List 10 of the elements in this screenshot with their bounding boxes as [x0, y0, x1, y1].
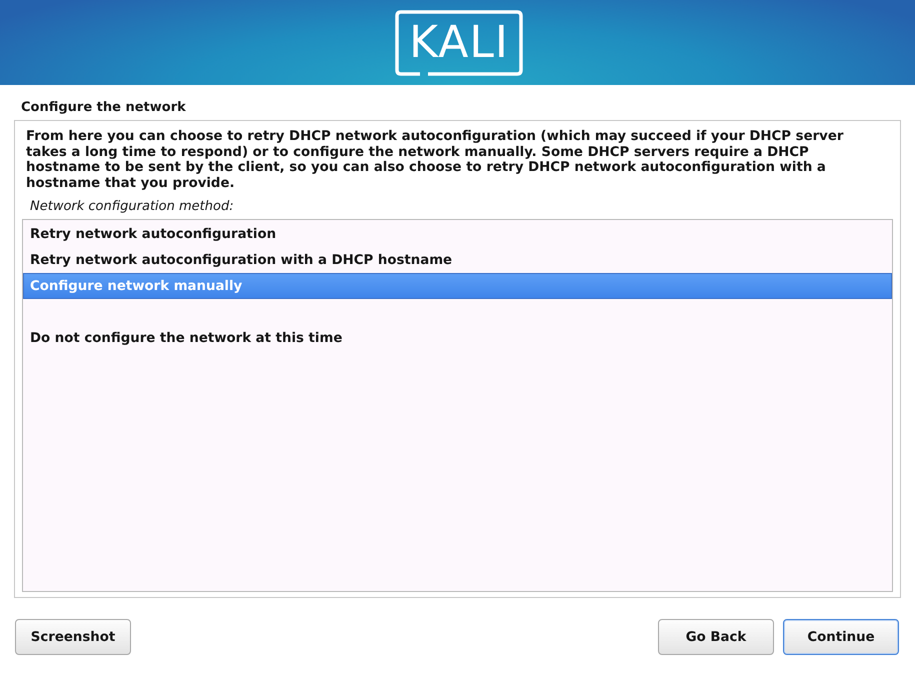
option-item[interactable]: Retry network autoconfiguration with a DHCP hostname: [23, 247, 892, 274]
page-title: Configure the network: [20, 99, 187, 117]
description-text: From here you can choose to retry DHCP network autoconfiguration (which may succeed if your DHCP server takes a long time to respond) or to configure the network manually. Some DHCP servers require a DHCP hostname to be sent by the client, so you can also choose to retry DHCP network autoconfiguration with a hostname that you provide.: [26, 129, 844, 192]
logo: KALI: [395, 10, 523, 76]
list-label: Network configuration method:: [30, 199, 235, 216]
option-item[interactable]: Retry network autoconfiguration: [23, 221, 892, 248]
continue-button[interactable]: Continue: [783, 619, 899, 655]
back-button[interactable]: Go Back: [658, 619, 774, 655]
screenshot-button[interactable]: Screenshot: [15, 619, 131, 655]
option-item[interactable]: Do not configure the network at this time: [23, 325, 892, 352]
